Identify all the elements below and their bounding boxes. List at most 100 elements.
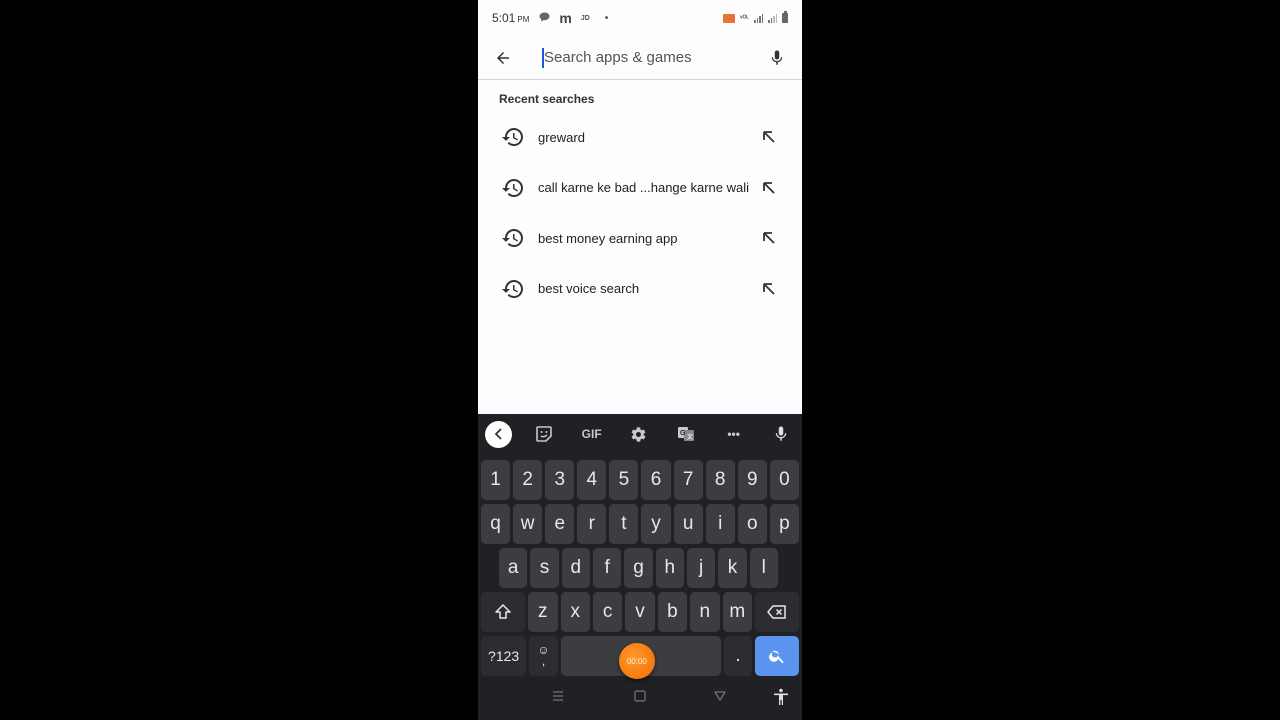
key-i[interactable]: i bbox=[705, 504, 735, 544]
arrow-back-icon bbox=[497, 51, 509, 64]
key-q[interactable]: q bbox=[481, 504, 511, 544]
home-button[interactable] bbox=[634, 690, 646, 702]
home-icon bbox=[634, 690, 646, 702]
history-icon bbox=[502, 279, 523, 298]
recent-search-text: best money earning app bbox=[538, 230, 678, 246]
status-bar: 5:01 PM m JD • ᵛᴼᴸ bbox=[478, 0, 802, 36]
key-a[interactable]: a bbox=[499, 548, 528, 588]
mic-icon bbox=[771, 50, 783, 65]
key-y[interactable]: y bbox=[641, 504, 671, 544]
fill-query-arrow-icon[interactable] bbox=[762, 282, 776, 296]
number-row: 1 2 3 4 5 6 7 8 9 0 bbox=[478, 460, 802, 500]
key-c[interactable]: c bbox=[592, 592, 623, 632]
key-x[interactable]: x bbox=[560, 592, 590, 632]
recent-search-text: best voice search bbox=[538, 281, 640, 297]
recent-search-item[interactable]: best money earning app bbox=[478, 213, 802, 264]
key-2[interactable]: 2 bbox=[513, 460, 543, 500]
jd-app-icon: JD bbox=[580, 14, 590, 22]
key-b[interactable]: b bbox=[657, 592, 688, 632]
fill-query-arrow-icon[interactable] bbox=[762, 130, 776, 144]
symbols-key[interactable]: ?123 bbox=[481, 636, 527, 676]
emoji-comma-key[interactable]: ☺ , bbox=[529, 636, 558, 676]
key-8[interactable]: 8 bbox=[705, 460, 735, 500]
key-z[interactable]: z bbox=[528, 592, 558, 632]
translate-icon: G文 bbox=[678, 427, 695, 441]
back-button[interactable] bbox=[478, 36, 528, 80]
recent-search-item[interactable]: best voice search bbox=[478, 264, 802, 315]
comma-label: , bbox=[541, 654, 546, 668]
keyboard-voice-button[interactable] bbox=[766, 419, 796, 449]
key-w[interactable]: w bbox=[513, 504, 543, 544]
search-input[interactable] bbox=[544, 49, 744, 66]
accessibility-icon bbox=[774, 688, 788, 705]
key-7[interactable]: 7 bbox=[673, 460, 703, 500]
key-s[interactable]: s bbox=[530, 548, 559, 588]
svg-text:G: G bbox=[680, 430, 686, 437]
more-icon: ••• bbox=[727, 427, 740, 441]
recent-search-text: greward bbox=[538, 129, 585, 145]
more-options-button[interactable]: ••• bbox=[719, 419, 749, 449]
history-icon bbox=[502, 229, 523, 248]
shift-key[interactable] bbox=[481, 592, 526, 632]
chevron-left-icon bbox=[494, 428, 502, 440]
gif-button[interactable]: GIF bbox=[577, 419, 607, 449]
key-4[interactable]: 4 bbox=[577, 460, 607, 500]
recent-search-item[interactable]: call karne ke bad ...hange karne wali bbox=[478, 163, 802, 214]
key-p[interactable]: p bbox=[769, 504, 799, 544]
recent-search-text: call karne ke bad ...hange karne wali bbox=[538, 180, 750, 196]
search-key[interactable] bbox=[755, 636, 799, 676]
key-f[interactable]: f bbox=[592, 548, 622, 588]
key-u[interactable]: u bbox=[673, 504, 703, 544]
key-l[interactable]: l bbox=[749, 548, 778, 588]
key-0[interactable]: 0 bbox=[769, 460, 799, 500]
screen-recorder-button[interactable]: 00:00 bbox=[618, 643, 655, 679]
period-key[interactable]: . bbox=[723, 636, 753, 676]
recent-apps-icon bbox=[553, 691, 563, 701]
fill-query-arrow-icon[interactable] bbox=[762, 181, 776, 195]
key-k[interactable]: k bbox=[718, 548, 747, 588]
m-app-icon: m bbox=[559, 10, 572, 26]
fill-query-arrow-icon[interactable] bbox=[762, 231, 776, 245]
search-field[interactable] bbox=[528, 36, 752, 80]
system-nav-bar bbox=[478, 676, 802, 720]
key-t[interactable]: t bbox=[609, 504, 639, 544]
recent-apps-button[interactable] bbox=[552, 690, 564, 702]
cast-icon bbox=[723, 13, 736, 23]
key-m[interactable]: m bbox=[722, 592, 752, 632]
search-header bbox=[478, 36, 802, 80]
settings-button[interactable] bbox=[624, 419, 654, 449]
shift-icon bbox=[495, 604, 511, 619]
signal-icon bbox=[754, 13, 763, 23]
key-5[interactable]: 5 bbox=[609, 460, 639, 500]
key-1[interactable]: 1 bbox=[481, 460, 511, 500]
key-n[interactable]: n bbox=[690, 592, 720, 632]
key-d[interactable]: d bbox=[561, 548, 590, 588]
voice-search-button[interactable] bbox=[752, 36, 802, 80]
key-e[interactable]: e bbox=[545, 504, 575, 544]
recording-timer: 00:00 bbox=[626, 656, 647, 666]
key-3[interactable]: 3 bbox=[545, 460, 575, 500]
signal-icon-2 bbox=[768, 13, 777, 23]
key-r[interactable]: r bbox=[577, 504, 607, 544]
space-key[interactable]: 00:00 bbox=[560, 636, 721, 679]
key-v[interactable]: v bbox=[625, 592, 655, 632]
accessibility-button[interactable] bbox=[773, 688, 789, 706]
collapse-toolbar-button[interactable] bbox=[485, 420, 512, 448]
recent-search-item[interactable]: greward bbox=[478, 112, 802, 163]
backspace-key[interactable] bbox=[754, 592, 800, 632]
back-nav-button[interactable] bbox=[714, 690, 726, 702]
key-g[interactable]: g bbox=[624, 548, 653, 588]
translate-button[interactable]: G文 bbox=[671, 419, 701, 449]
sticker-button[interactable] bbox=[529, 419, 559, 449]
key-j[interactable]: j bbox=[686, 548, 716, 588]
key-9[interactable]: 9 bbox=[737, 460, 767, 500]
key-6[interactable]: 6 bbox=[641, 460, 671, 500]
key-o[interactable]: o bbox=[737, 504, 767, 544]
sticker-icon bbox=[536, 426, 553, 442]
history-icon bbox=[502, 178, 523, 197]
recent-searches-heading: Recent searches bbox=[499, 92, 595, 106]
asdf-row: a s d f g h j k l bbox=[478, 548, 802, 588]
key-h[interactable]: h bbox=[655, 548, 684, 588]
chat-bubble-icon bbox=[539, 11, 550, 25]
battery-icon bbox=[782, 11, 788, 23]
